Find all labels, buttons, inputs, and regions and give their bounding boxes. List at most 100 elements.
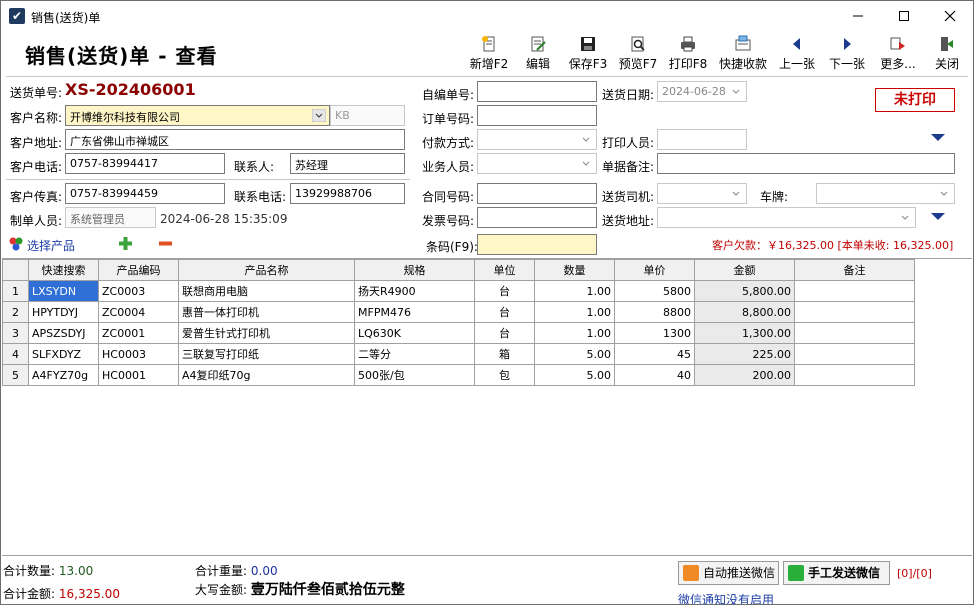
pay-method-select[interactable] bbox=[477, 129, 597, 150]
total-amount: 合计金额: 16,325.00 bbox=[3, 585, 120, 602]
cell-name[interactable]: 三联复写打印纸 bbox=[178, 343, 355, 365]
cell-name[interactable]: 惠普一体打印机 bbox=[178, 301, 355, 323]
printer-field[interactable] bbox=[657, 129, 747, 150]
contact-phone-field[interactable]: 13929988706 bbox=[290, 183, 405, 204]
cell-search[interactable]: APSZSDYJ bbox=[28, 322, 99, 344]
cell-qty[interactable]: 5.00 bbox=[534, 364, 615, 386]
salesman-select[interactable] bbox=[477, 153, 597, 174]
self-no-field[interactable] bbox=[477, 81, 597, 102]
column-header[interactable]: 规格 bbox=[354, 259, 475, 281]
cell-qty[interactable]: 5.00 bbox=[534, 343, 615, 365]
customer-kb-field[interactable]: KB bbox=[330, 105, 405, 126]
expand-triangle-icon[interactable] bbox=[931, 134, 945, 141]
invoice-no-field[interactable] bbox=[477, 207, 597, 228]
cell-note[interactable] bbox=[794, 301, 915, 323]
preview-button[interactable]: 预览F7 bbox=[617, 35, 659, 75]
minimize-button[interactable] bbox=[835, 1, 881, 31]
customer-address-field[interactable]: 广东省佛山市禅城区 bbox=[65, 129, 405, 150]
cell-unit[interactable]: 台 bbox=[474, 280, 535, 302]
cell-spec[interactable]: 扬天R4900 bbox=[354, 280, 475, 302]
cell-code[interactable]: HC0001 bbox=[98, 364, 179, 386]
contact-field[interactable]: 苏经理 bbox=[290, 153, 405, 174]
cell-unit[interactable]: 台 bbox=[474, 322, 535, 344]
column-header[interactable]: 金额 bbox=[694, 259, 795, 281]
cell-search[interactable]: SLFXDYZ bbox=[28, 343, 99, 365]
save-button[interactable]: 保存F3 bbox=[567, 35, 609, 75]
remark-field[interactable] bbox=[657, 153, 955, 174]
customer-name-field[interactable]: 开博维尔科技有限公司 bbox=[65, 105, 330, 126]
cell-name[interactable]: A4复印纸70g bbox=[178, 364, 355, 386]
cell-note[interactable] bbox=[794, 364, 915, 386]
close-form-button[interactable]: 关闭 bbox=[929, 35, 965, 75]
cell-unit[interactable]: 台 bbox=[474, 301, 535, 323]
column-header[interactable]: 产品编码 bbox=[98, 259, 179, 281]
choose-product-link[interactable]: 选择产品 bbox=[27, 237, 75, 254]
cell-code[interactable]: ZC0003 bbox=[98, 280, 179, 302]
print-button[interactable]: 打印F8 bbox=[667, 35, 709, 75]
cell-note[interactable] bbox=[794, 322, 915, 344]
maximize-button[interactable] bbox=[881, 1, 927, 31]
auto-push-wechat-button[interactable]: 自动推送微信 bbox=[678, 561, 779, 585]
customer-fax-field[interactable]: 0757-83994459 bbox=[65, 183, 225, 204]
row-number: 1 bbox=[2, 280, 29, 302]
cell-name[interactable]: 爱普生针式打印机 bbox=[178, 322, 355, 344]
table-row[interactable]: 1 LXSYDN ZC0003 联想商用电脑 扬天R4900 台 1.00 58… bbox=[2, 280, 915, 302]
edit-button[interactable]: 编辑 bbox=[521, 35, 555, 75]
cell-note[interactable] bbox=[794, 280, 915, 302]
table-row[interactable]: 4 SLFXDYZ HC0003 三联复写打印纸 二等分 箱 5.00 45 2… bbox=[2, 343, 915, 365]
close-window-button[interactable] bbox=[927, 1, 973, 31]
cell-search[interactable]: LXSYDN bbox=[28, 280, 99, 302]
cell-code[interactable]: HC0003 bbox=[98, 343, 179, 365]
cell-spec[interactable]: LQ630K bbox=[354, 322, 475, 344]
column-header[interactable]: 数量 bbox=[534, 259, 615, 281]
cell-price[interactable]: 1300 bbox=[614, 322, 695, 344]
cell-unit[interactable]: 箱 bbox=[474, 343, 535, 365]
product-grid[interactable]: 快速搜索 产品编码 产品名称 规格 单位 数量 单价 金额 备注 1 LXSYD… bbox=[2, 258, 972, 556]
window-title: 销售(送货)单 bbox=[31, 11, 101, 25]
remove-row-icon[interactable] bbox=[158, 236, 173, 251]
cell-price[interactable]: 45 bbox=[614, 343, 695, 365]
cell-name[interactable]: 联想商用电脑 bbox=[178, 280, 355, 302]
cell-qty[interactable]: 1.00 bbox=[534, 301, 615, 323]
add-row-icon[interactable] bbox=[118, 236, 133, 251]
capital-amount-value: 壹万陆仟叁佰贰拾伍元整 bbox=[250, 582, 405, 598]
table-row[interactable]: 5 A4FYZ70g HC0001 A4复印纸70g 500张/包 包 5.00… bbox=[2, 364, 915, 386]
column-header[interactable]: 快速搜索 bbox=[28, 259, 99, 281]
driver-select[interactable] bbox=[657, 183, 747, 204]
contract-no-field[interactable] bbox=[477, 183, 597, 204]
delivery-address-select[interactable] bbox=[657, 207, 916, 228]
cell-search[interactable]: A4FYZ70g bbox=[28, 364, 99, 386]
cell-search[interactable]: HPYTDYJ bbox=[28, 301, 99, 323]
prev-button[interactable]: 上一张 bbox=[777, 35, 817, 75]
cell-note[interactable] bbox=[794, 343, 915, 365]
table-row[interactable]: 3 APSZSDYJ ZC0001 爱普生针式打印机 LQ630K 台 1.00… bbox=[2, 322, 915, 344]
next-button[interactable]: 下一张 bbox=[827, 35, 867, 75]
new-button[interactable]: 新增F2 bbox=[467, 35, 511, 75]
chevron-down-icon bbox=[901, 215, 909, 220]
delivery-date-picker[interactable]: 2024-06-28 bbox=[657, 81, 747, 102]
ref-no-field[interactable] bbox=[477, 105, 597, 126]
column-header[interactable]: 产品名称 bbox=[178, 259, 355, 281]
more-button[interactable]: 更多... bbox=[877, 35, 919, 75]
cell-qty[interactable]: 1.00 bbox=[534, 322, 615, 344]
cell-price[interactable]: 40 bbox=[614, 364, 695, 386]
cell-spec[interactable]: 500张/包 bbox=[354, 364, 475, 386]
cell-spec[interactable]: MFPM476 bbox=[354, 301, 475, 323]
plate-select[interactable] bbox=[816, 183, 955, 204]
barcode-field[interactable] bbox=[477, 234, 597, 255]
cell-unit[interactable]: 包 bbox=[474, 364, 535, 386]
column-header[interactable]: 单价 bbox=[614, 259, 695, 281]
cell-code[interactable]: ZC0001 bbox=[98, 322, 179, 344]
manual-send-wechat-button[interactable]: 手工发送微信 bbox=[783, 561, 890, 585]
quick-receive-button[interactable]: 快捷收款 bbox=[717, 35, 769, 75]
cell-price[interactable]: 5800 bbox=[614, 280, 695, 302]
cell-price[interactable]: 8800 bbox=[614, 301, 695, 323]
cell-spec[interactable]: 二等分 bbox=[354, 343, 475, 365]
cell-qty[interactable]: 1.00 bbox=[534, 280, 615, 302]
column-header[interactable]: 单位 bbox=[474, 259, 535, 281]
table-row[interactable]: 2 HPYTDYJ ZC0004 惠普一体打印机 MFPM476 台 1.00 … bbox=[2, 301, 915, 323]
column-header[interactable]: 备注 bbox=[794, 259, 915, 281]
expand-triangle-icon[interactable] bbox=[931, 213, 945, 220]
cell-code[interactable]: ZC0004 bbox=[98, 301, 179, 323]
customer-phone-field[interactable]: 0757-83994417 bbox=[65, 153, 225, 174]
